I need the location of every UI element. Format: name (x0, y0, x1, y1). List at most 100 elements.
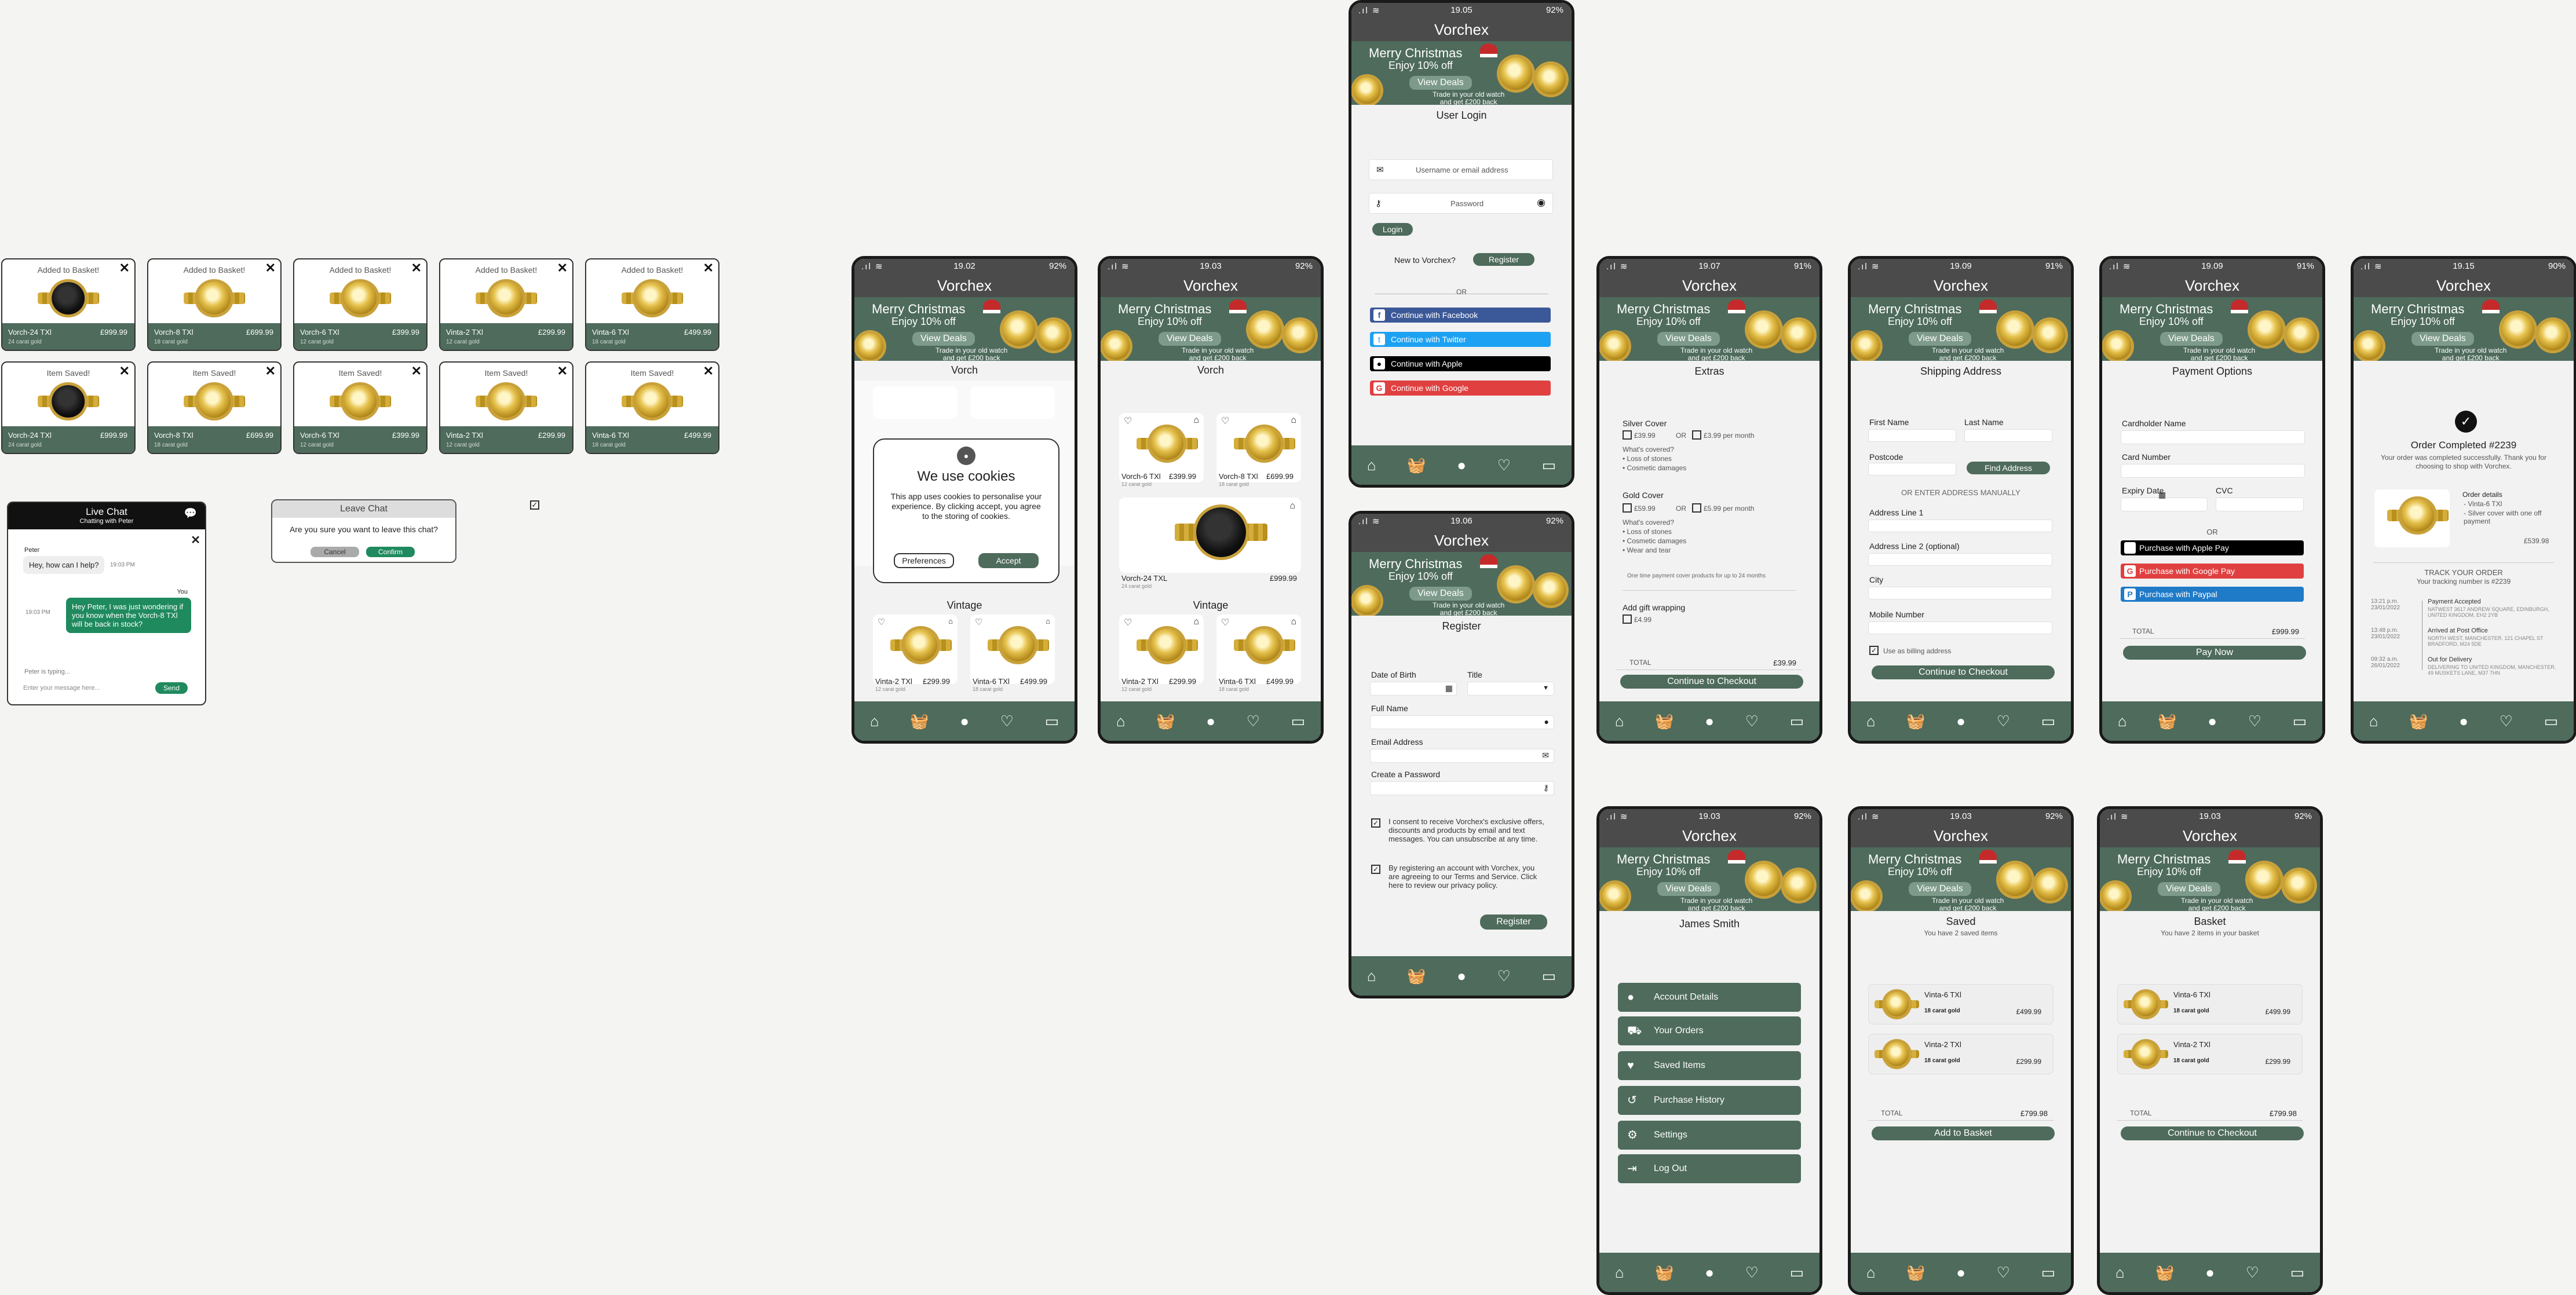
title-select[interactable]: ▼ (1467, 682, 1554, 696)
chat-icon[interactable]: ▭ (1542, 967, 1556, 985)
promo-banner[interactable]: Merry Christmas Enjoy 10% off View Deals Tr… (1851, 297, 2071, 361)
register-link-button[interactable]: Register (1473, 253, 1534, 266)
continue-checkout-button[interactable]: Continue to Checkout (1620, 675, 1803, 689)
view-deals-button[interactable]: View Deals (2158, 882, 2220, 896)
account-icon[interactable]: ● (1457, 967, 1466, 985)
shop-icon[interactable]: ⌂ (2369, 712, 2378, 730)
basket-icon[interactable]: 🧺 (1407, 967, 1426, 985)
account-icon[interactable]: ● (1705, 1264, 1714, 1282)
expiry-input[interactable]: ▦ (2121, 490, 2208, 511)
product-card[interactable]: ♡ ⌂ (1216, 614, 1301, 684)
basket-icon[interactable]: 🧺 (1407, 456, 1426, 474)
shop-icon[interactable]: ⌂ (1866, 1264, 1876, 1282)
basket-icon[interactable]: ⌂ (1046, 617, 1050, 625)
terms-text[interactable]: By registering an account with Vorchex, … (1389, 864, 1545, 890)
chat-icon[interactable]: ▭ (2290, 1264, 2305, 1282)
account-icon[interactable]: ● (2459, 712, 2468, 730)
basket-icon[interactable]: 🧺 (1655, 712, 1674, 730)
find-address-button[interactable]: Find Address (1967, 462, 2050, 474)
chat-icon[interactable]: ▭ (1291, 712, 1306, 730)
view-deals-button[interactable]: View Deals (1909, 332, 1971, 346)
address1-input[interactable] (1868, 520, 2052, 532)
chat-input[interactable]: Enter your message here... (23, 685, 100, 692)
chat-icon[interactable]: ▭ (2041, 712, 2056, 730)
apple-pay-button[interactable]: Purchase with Apple Pay (2121, 540, 2304, 555)
chat-icon[interactable]: ▭ (1542, 456, 1556, 474)
dob-input[interactable]: ▦ (1370, 682, 1457, 696)
postcode-input[interactable] (1868, 463, 1956, 475)
heart-icon[interactable]: ♡ (1997, 1264, 2010, 1282)
product-card[interactable]: ♡ ⌂ (1119, 614, 1204, 684)
heart-icon[interactable]: ♡ (1124, 617, 1132, 628)
basket-item[interactable]: Vinta-2 TXl 18 carat gold £299.99 (2117, 1034, 2303, 1074)
heart-icon[interactable]: ♡ (1247, 712, 1260, 730)
continue-checkout-button[interactable]: Continue to Checkout (2121, 1126, 2304, 1140)
mobile-input[interactable] (1868, 621, 2052, 634)
heart-icon[interactable]: ♡ (2246, 1264, 2259, 1282)
menu-account-details[interactable]: ● Account Details (1618, 983, 1801, 1012)
apple-button[interactable]: ● Continue with Apple (1370, 356, 1551, 371)
menu-log-out[interactable]: ⇥ Log Out (1618, 1154, 1801, 1183)
billing-checkbox[interactable]: ✓ (1869, 646, 1879, 655)
heart-icon[interactable]: ♡ (1997, 712, 2010, 730)
register-button[interactable]: Register (1480, 914, 1547, 930)
view-deals-button[interactable]: View Deals (1657, 882, 1720, 896)
promo-banner[interactable]: Merry Christmas Enjoy 10% off View Deals Tr… (1599, 297, 1819, 361)
add-to-basket-button[interactable]: Add to Basket (1872, 1126, 2055, 1140)
shop-icon[interactable]: ⌂ (1866, 712, 1876, 730)
close-icon[interactable]: ✕ (265, 261, 276, 276)
account-icon[interactable]: ● (1206, 712, 1215, 730)
silver-monthly-checkbox[interactable] (1692, 430, 1701, 440)
account-icon[interactable]: ● (1705, 712, 1714, 730)
view-deals-button[interactable]: View Deals (1409, 587, 1472, 601)
close-icon[interactable]: ✕ (191, 533, 200, 547)
shop-icon[interactable]: ⌂ (2118, 712, 2127, 730)
full-name-input[interactable]: ● (1370, 715, 1554, 729)
close-icon[interactable]: ✕ (411, 261, 422, 276)
promo-banner[interactable]: Merry Christmas Enjoy 10% off View Deals Tr… (1599, 847, 1819, 911)
account-icon[interactable]: ● (960, 712, 969, 730)
close-icon[interactable]: ✕ (557, 261, 568, 276)
basket-icon[interactable]: 🧺 (2158, 712, 2176, 730)
view-deals-button[interactable]: View Deals (2411, 332, 2474, 346)
heart-icon[interactable]: ♡ (1497, 967, 1511, 985)
basket-icon[interactable]: 🧺 (2409, 712, 2428, 730)
menu-your-orders[interactable]: ⛟ Your Orders (1618, 1016, 1801, 1045)
shop-icon[interactable]: ⌂ (2115, 1264, 2125, 1282)
shop-icon[interactable]: ⌂ (1367, 456, 1376, 474)
accept-button[interactable]: Accept (978, 553, 1039, 568)
heart-icon[interactable]: ♡ (1497, 456, 1511, 474)
account-icon[interactable]: ● (1457, 456, 1466, 474)
promo-banner[interactable]: Merry Christmas Enjoy 10% off View Deals Tr… (1101, 297, 1321, 361)
google-button[interactable]: G Continue with Google (1370, 381, 1551, 396)
shop-icon[interactable]: ⌂ (1615, 1264, 1624, 1282)
chat-bubble-icon[interactable]: 💬 (184, 507, 197, 520)
login-button[interactable]: Login (1372, 223, 1413, 236)
close-icon[interactable]: ✕ (265, 364, 276, 379)
heart-icon[interactable]: ♡ (1000, 712, 1014, 730)
heart-icon[interactable]: ♡ (1124, 415, 1132, 427)
consent-checkbox[interactable]: ✓ (1371, 818, 1380, 828)
chat-icon[interactable]: ▭ (2544, 712, 2559, 730)
basket-icon[interactable]: 🧺 (2155, 1264, 2174, 1282)
twitter-button[interactable]: t Continue with Twitter (1370, 332, 1551, 347)
basket-icon[interactable]: 🧺 (1906, 1264, 1925, 1282)
account-icon[interactable]: ● (2205, 1264, 2215, 1282)
promo-banner[interactable]: Merry Christmas Enjoy 10% off View Deals Tr… (1351, 41, 1572, 105)
terms-checkbox[interactable]: ✓ (1371, 865, 1380, 874)
cardholder-input[interactable] (2121, 430, 2305, 444)
google-pay-button[interactable]: G Purchase with Google Pay (2121, 564, 2304, 579)
saved-item[interactable]: Vinta-2 TXl 18 carat gold £299.99 (1868, 1034, 2054, 1074)
continue-checkout-button[interactable]: Continue to Checkout (1872, 665, 2055, 679)
basket-item[interactable]: Vinta-6 TXl 18 carat gold £499.99 (2117, 984, 2303, 1025)
close-icon[interactable]: ✕ (119, 261, 130, 276)
basket-icon[interactable]: 🧺 (1156, 712, 1175, 730)
shop-icon[interactable]: ⌂ (870, 712, 879, 730)
chat-icon[interactable]: ▭ (2041, 1264, 2056, 1282)
saved-item[interactable]: Vinta-6 TXl 18 carat gold £499.99 (1868, 984, 2054, 1025)
paypal-button[interactable]: P Purchase with Paypal (2121, 587, 2304, 602)
shop-icon[interactable]: ⌂ (1615, 712, 1624, 730)
featured-product-card[interactable]: ⌂ (1119, 497, 1301, 573)
gold-monthly-checkbox[interactable] (1692, 503, 1701, 513)
heart-icon[interactable]: ♡ (2248, 712, 2261, 730)
